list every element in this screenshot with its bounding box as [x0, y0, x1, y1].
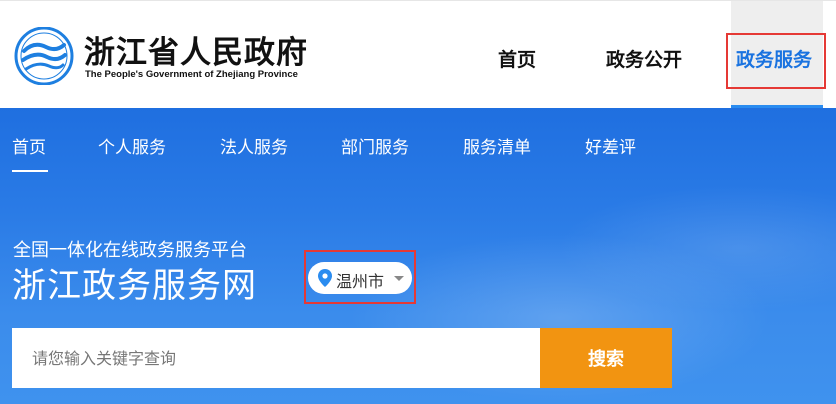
site-title: 浙江政务服务网	[12, 266, 257, 306]
location-pin-icon	[318, 269, 332, 287]
brand-title-cn[interactable]: 浙江省人民政府	[84, 27, 308, 72]
subnav-rating[interactable]: 好差评	[585, 133, 636, 158]
topnav-home[interactable]: 首页	[498, 45, 536, 72]
caret-down-icon	[394, 276, 404, 281]
subnav-corporate-services[interactable]: 法人服务	[220, 133, 288, 158]
topnav-gov-affairs-disclosure[interactable]: 政务公开	[606, 45, 682, 72]
subnav-home[interactable]: 首页	[12, 133, 46, 158]
service-subnav: 首页 个人服务 法人服务 部门服务 服务清单 好差评	[0, 108, 836, 178]
subnav-active-underline	[12, 170, 48, 172]
search-input[interactable]	[12, 328, 540, 388]
hero-banner: 首页 个人服务 法人服务 部门服务 服务清单 好差评 全国一体化在线政务服务平台…	[0, 108, 836, 404]
city-selector[interactable]: 温州市	[308, 262, 412, 294]
city-name: 温州市	[336, 272, 385, 291]
topnav-gov-services[interactable]: 政务服务	[736, 45, 812, 72]
top-header: 浙江省人民政府 The People's Government of Zheji…	[0, 0, 836, 109]
subnav-department-services[interactable]: 部门服务	[341, 133, 409, 158]
brand-title-en: The People's Government of Zhejiang Prov…	[85, 69, 298, 80]
subnav-service-list[interactable]: 服务清单	[463, 133, 531, 158]
subnav-personal-services[interactable]: 个人服务	[98, 133, 166, 158]
zhejiang-logo-icon[interactable]	[14, 27, 74, 85]
search-button[interactable]: 搜索	[540, 328, 672, 388]
